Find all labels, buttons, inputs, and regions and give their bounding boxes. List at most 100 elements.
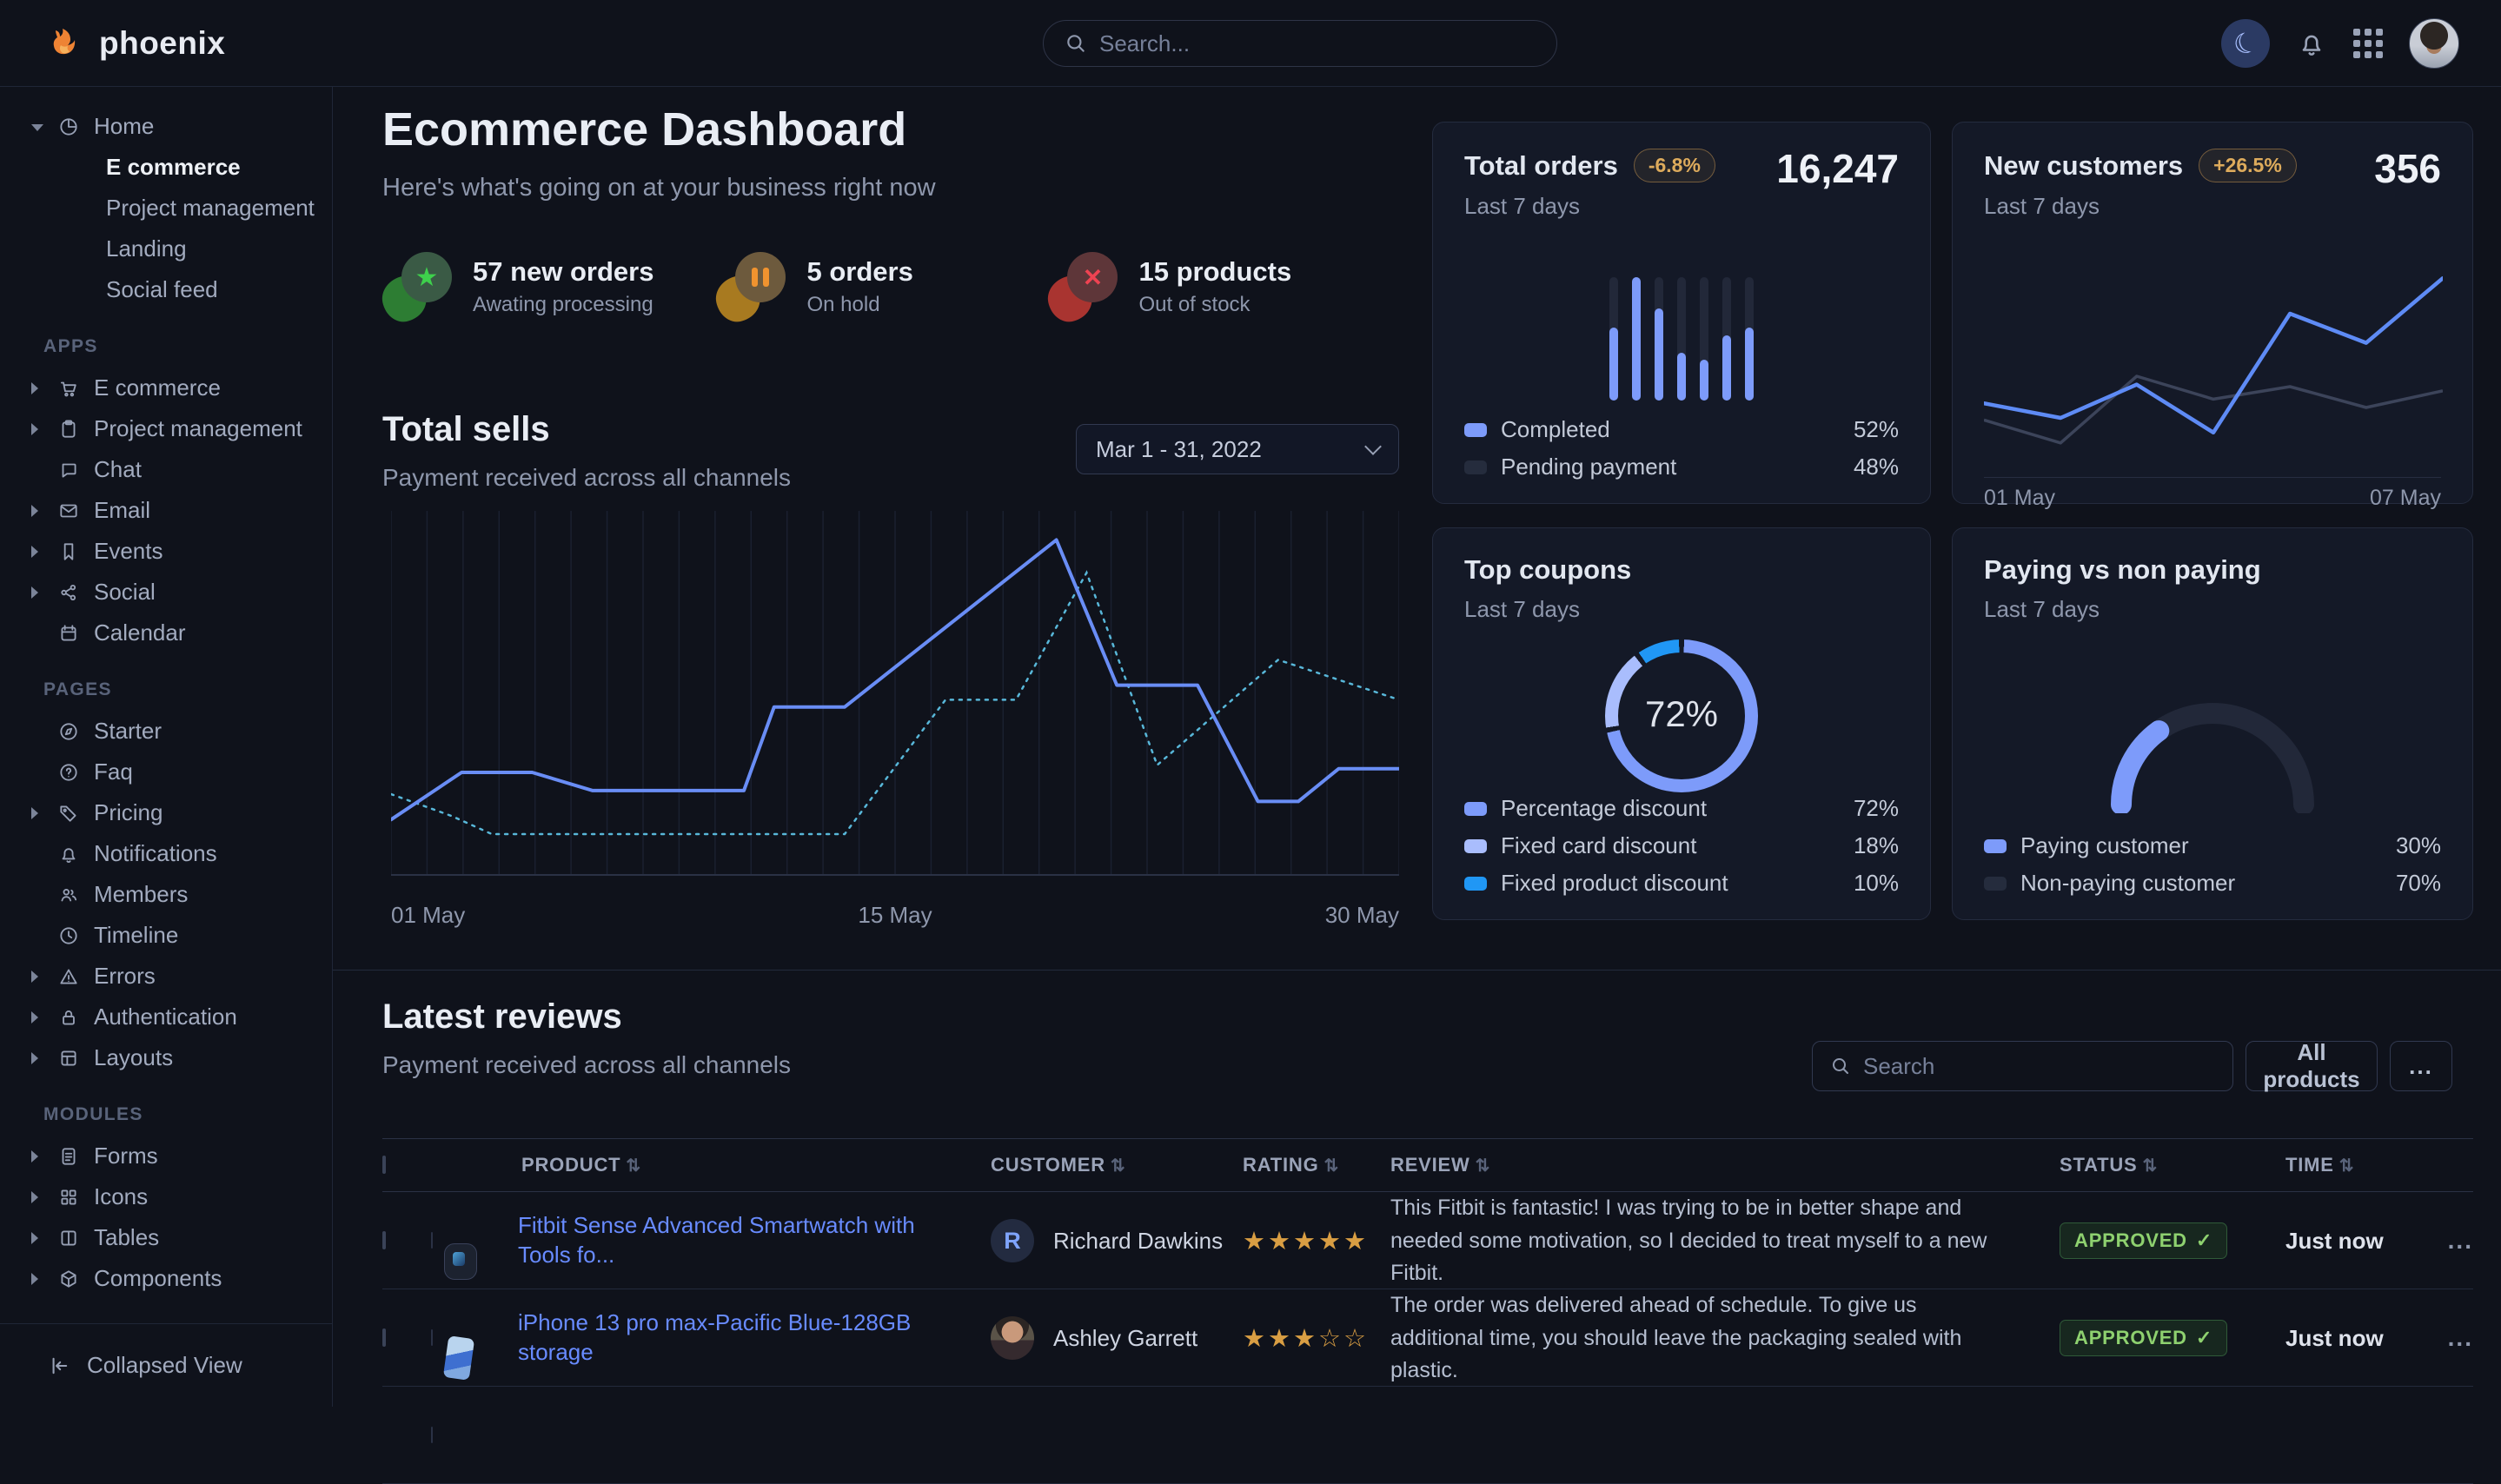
sidebar-item-email[interactable]: Email bbox=[0, 490, 332, 531]
sort-icon: ⇅ bbox=[1476, 1156, 1491, 1176]
select-all-checkbox[interactable] bbox=[382, 1156, 386, 1174]
sidebar-group-home[interactable]: Home bbox=[0, 106, 332, 147]
sidebar-item-calendar[interactable]: Calendar bbox=[0, 613, 332, 653]
row-menu-button[interactable]: ... bbox=[2407, 1227, 2473, 1255]
bell-icon bbox=[2296, 28, 2327, 59]
column-header-time[interactable]: TIME⇅ bbox=[2285, 1154, 2407, 1176]
sidebar-item-authentication[interactable]: Authentication bbox=[0, 997, 332, 1037]
product-thumbnail[interactable] bbox=[431, 1329, 433, 1346]
new-customers-x-axis: 01 May 07 May bbox=[1984, 486, 2441, 511]
sidebar-section-apps: APPS bbox=[43, 336, 332, 357]
sidebar-item-icons[interactable]: Icons bbox=[0, 1176, 332, 1217]
x-icon: ✕ bbox=[1083, 263, 1103, 292]
sidebar-item-members[interactable]: Members bbox=[0, 874, 332, 915]
donut-center-label: 72% bbox=[1645, 693, 1718, 735]
column-header-customer[interactable]: CUSTOMER⇅ bbox=[991, 1154, 1243, 1176]
layout-icon bbox=[57, 1047, 80, 1070]
bookmark-icon bbox=[57, 540, 80, 563]
row-menu-button[interactable]: ... bbox=[2407, 1324, 2473, 1352]
paying-vs-nonpaying-card: Paying vs non paying Last 7 days Paying … bbox=[1952, 527, 2473, 920]
global-search-input[interactable] bbox=[1099, 30, 1536, 57]
sidebar-item-layouts[interactable]: Layouts bbox=[0, 1037, 332, 1078]
trend-badge: -6.8% bbox=[1634, 149, 1715, 182]
sidebar-item-forms[interactable]: Forms bbox=[0, 1136, 332, 1176]
sidebar-item-social[interactable]: Social bbox=[0, 572, 332, 613]
stat-awating-processing: ★ 57 new orders Awating processing bbox=[382, 250, 653, 323]
date-range-select[interactable]: Mar 1 - 31, 2022 bbox=[1076, 424, 1399, 474]
legend-label: Percentage discount bbox=[1501, 795, 1707, 822]
chevron-down-icon bbox=[1364, 438, 1382, 455]
row-checkbox[interactable] bbox=[382, 1328, 386, 1347]
total-orders-card: Total orders -6.8% Last 7 days 16,247 Co… bbox=[1432, 122, 1931, 504]
column-header-status[interactable]: STATUS⇅ bbox=[2060, 1154, 2285, 1176]
column-header-product[interactable]: PRODUCT⇅ bbox=[521, 1154, 991, 1176]
main-content: Ecommerce Dashboard Here's what's going … bbox=[333, 87, 2501, 1407]
sidebar-item-label: Layouts bbox=[94, 1044, 173, 1071]
reviews-search-input[interactable] bbox=[1863, 1053, 2215, 1080]
caret-right-icon bbox=[31, 423, 50, 435]
sidebar-item-label: Authentication bbox=[94, 1004, 237, 1030]
page-title: Ecommerce Dashboard bbox=[382, 103, 906, 156]
moon-icon: ☾ bbox=[2229, 26, 2261, 60]
tag-icon bbox=[57, 802, 80, 825]
section-divider bbox=[333, 970, 2501, 971]
orders-legend: Completed 52% Pending payment 48% bbox=[1464, 416, 1899, 480]
legend-item: Non-paying customer 70% bbox=[1984, 870, 2441, 897]
product-link[interactable]: iPhone 13 pro max-Pacific Blue-128GB sto… bbox=[518, 1308, 991, 1368]
sidebar-item-chat[interactable]: Chat bbox=[0, 449, 332, 490]
product-thumbnail[interactable] bbox=[431, 1232, 433, 1249]
theme-toggle-button[interactable]: ☾ bbox=[2221, 19, 2270, 68]
sidebar-item-pricing[interactable]: Pricing bbox=[0, 792, 332, 833]
x-tick: 01 May bbox=[1984, 486, 2055, 511]
notifications-button[interactable] bbox=[2296, 28, 2327, 59]
sidebar-item-e-commerce[interactable]: E commerce bbox=[0, 368, 332, 408]
sidebar-item-project-management[interactable]: Project management bbox=[0, 408, 332, 449]
sidebar-item-landing[interactable]: Landing bbox=[0, 229, 332, 269]
stat-title: 57 new orders bbox=[473, 256, 653, 288]
sidebar-item-social-feed[interactable]: Social feed bbox=[0, 269, 332, 310]
search-icon bbox=[1065, 32, 1087, 55]
legend-swatch bbox=[1984, 839, 2007, 853]
all-products-button[interactable]: All products bbox=[2246, 1041, 2378, 1091]
sidebar-item-tables[interactable]: Tables bbox=[0, 1217, 332, 1258]
x-tick: 15 May bbox=[858, 902, 932, 929]
collapse-view-button[interactable]: Collapsed View bbox=[0, 1352, 242, 1379]
brand-logo[interactable]: phoenix bbox=[47, 23, 225, 63]
sidebar-item-label: Social bbox=[94, 579, 156, 606]
apps-grid-button[interactable] bbox=[2353, 29, 2383, 58]
customer-avatar bbox=[991, 1316, 1034, 1360]
sidebar-item-project-management[interactable]: Project management bbox=[0, 188, 332, 229]
sidebar-item-label: Calendar bbox=[94, 619, 186, 646]
sidebar-item-notifications[interactable]: Notifications bbox=[0, 833, 332, 874]
sidebar-item-label: Forms bbox=[94, 1143, 158, 1169]
row-checkbox[interactable] bbox=[382, 1231, 386, 1249]
legend-swatch bbox=[1464, 877, 1487, 891]
collapse-label: Collapsed View bbox=[87, 1352, 242, 1379]
reviews-more-button[interactable]: ... bbox=[2390, 1041, 2452, 1091]
sidebar-item-components[interactable]: Components bbox=[0, 1258, 332, 1299]
sidebar-item-events[interactable]: Events bbox=[0, 531, 332, 572]
stat-out-of-stock: ✕ 15 products Out of stock bbox=[1048, 250, 1317, 323]
check-icon: ✓ bbox=[2196, 1327, 2212, 1349]
review-text: This Fitbit is fantastic! I was trying t… bbox=[1390, 1192, 2060, 1290]
global-search[interactable] bbox=[1043, 20, 1557, 67]
quick-stats: ★ 57 new orders Awating processing 5 ord… bbox=[382, 250, 1317, 323]
sort-icon: ⇅ bbox=[626, 1156, 641, 1176]
top-coupons-card: Top coupons Last 7 days 72% Percentage d… bbox=[1432, 527, 1931, 920]
phoenix-flame-icon bbox=[47, 23, 87, 63]
sidebar-item-errors[interactable]: Errors bbox=[0, 956, 332, 997]
sidebar-item-label: Project management bbox=[94, 415, 302, 442]
legend-value: 72% bbox=[1854, 795, 1899, 822]
column-header-review[interactable]: REVIEW⇅ bbox=[1390, 1154, 2060, 1176]
column-header-rating[interactable]: RATING⇅ bbox=[1243, 1154, 1390, 1176]
status-badge: APPROVED ✓ bbox=[2060, 1320, 2227, 1356]
sidebar-item-timeline[interactable]: Timeline bbox=[0, 915, 332, 956]
product-link[interactable]: Fitbit Sense Advanced Smartwatch with To… bbox=[518, 1211, 991, 1270]
reviews-search[interactable] bbox=[1812, 1041, 2233, 1091]
x-tick: 01 May bbox=[391, 902, 465, 929]
sidebar-item-starter[interactable]: Starter bbox=[0, 711, 332, 752]
sidebar-item-faq[interactable]: Faq bbox=[0, 752, 332, 792]
user-avatar[interactable] bbox=[2409, 18, 2459, 69]
sidebar-item-e-commerce[interactable]: E commerce bbox=[0, 147, 332, 188]
legend-value: 10% bbox=[1854, 870, 1899, 897]
